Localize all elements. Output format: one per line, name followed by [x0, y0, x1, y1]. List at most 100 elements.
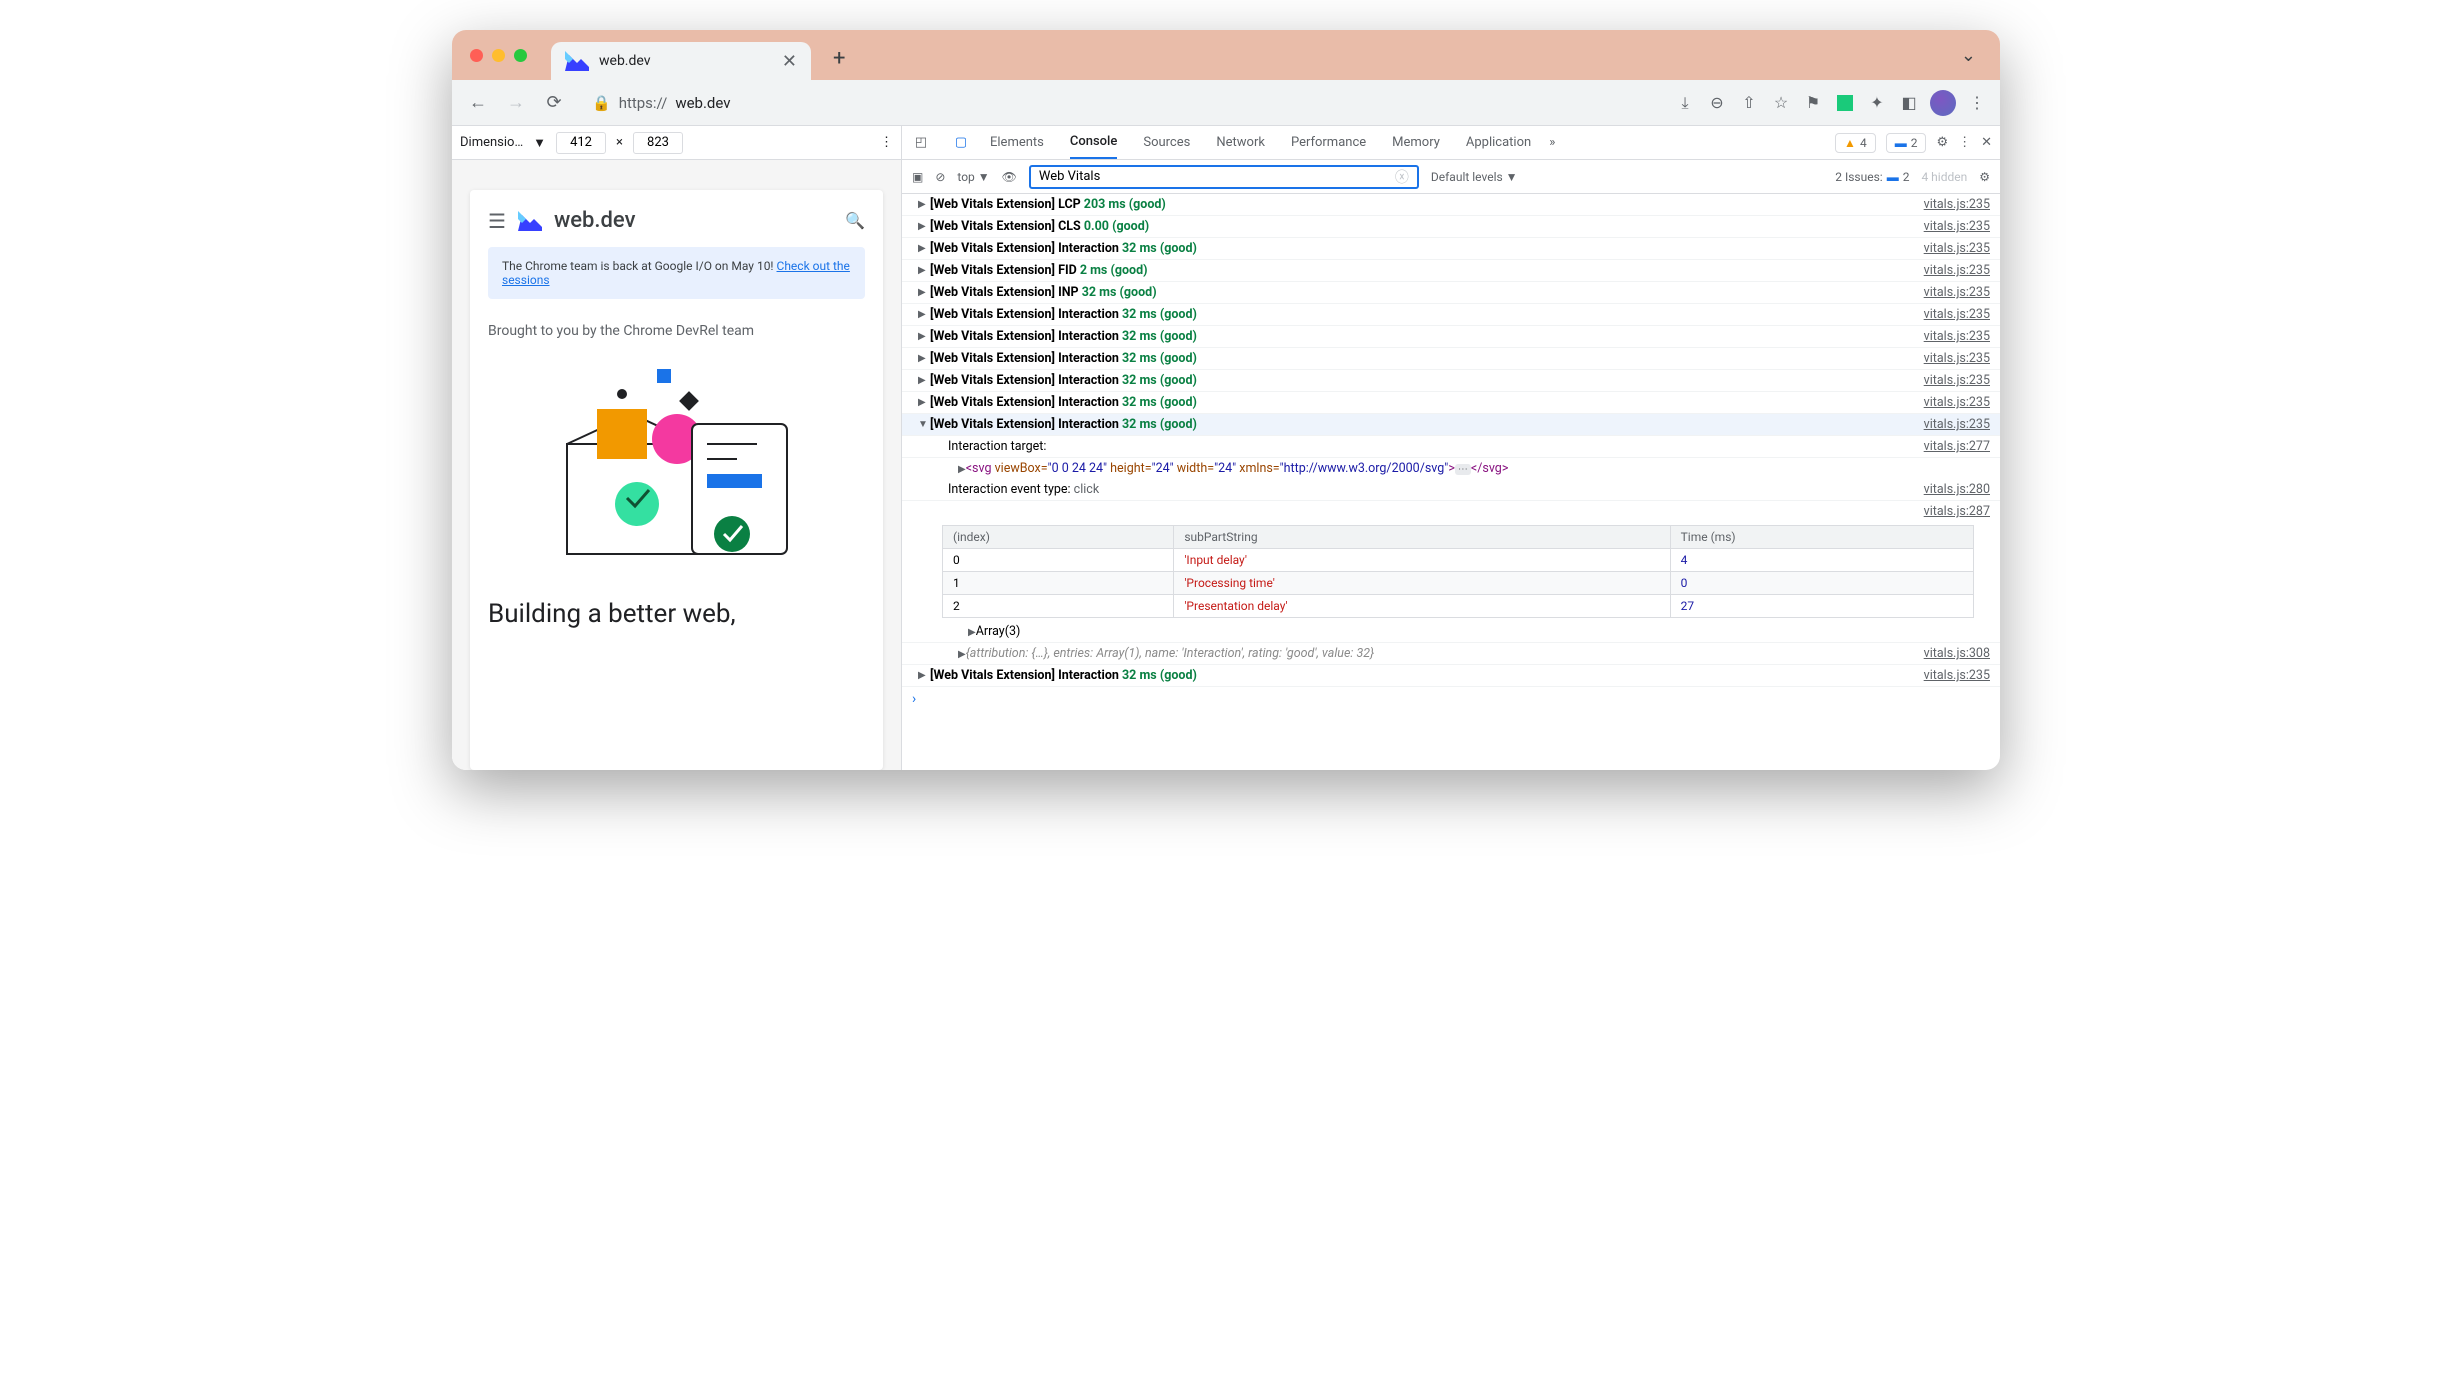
clear-filter-icon[interactable]: ⓧ — [1395, 167, 1409, 187]
log-source-link[interactable]: vitals.js:235 — [1924, 285, 1990, 300]
extensions-puzzle-icon[interactable]: ✦ — [1866, 92, 1888, 114]
console-row[interactable]: ▶[Web Vitals Extension] INP 32 ms (good)… — [902, 282, 2000, 304]
log-source-link[interactable]: vitals.js:235 — [1924, 329, 1990, 344]
expand-icon[interactable]: ▶ — [958, 464, 966, 475]
console-row[interactable]: ▶[Web Vitals Extension] CLS 0.00 (good)v… — [902, 216, 2000, 238]
more-tabs-icon[interactable]: » — [1549, 135, 1555, 150]
close-tab-button[interactable]: ✕ — [782, 51, 797, 72]
live-expression-icon[interactable]: 👁 — [1002, 170, 1017, 184]
expand-icon[interactable]: ▶ — [918, 375, 930, 386]
devtools-tab-network[interactable]: Network — [1216, 126, 1265, 159]
devtools-tab-elements[interactable]: Elements — [990, 126, 1044, 159]
profile-avatar[interactable] — [1930, 90, 1956, 116]
devtools-tab-sources[interactable]: Sources — [1143, 126, 1190, 159]
install-pwa-icon[interactable]: ⤓ — [1674, 92, 1696, 114]
log-source-link[interactable]: vitals.js:235 — [1924, 668, 1990, 683]
log-source-link[interactable]: vitals.js:235 — [1924, 241, 1990, 256]
expand-icon[interactable]: ▶ — [918, 243, 930, 254]
log-source-link[interactable]: vitals.js:235 — [1924, 263, 1990, 278]
issues-counter[interactable]: 2 Issues: ▬2 — [1835, 170, 1909, 184]
console-settings-icon[interactable]: ⚙ — [1979, 170, 1990, 184]
expand-icon[interactable]: ▶ — [968, 627, 976, 638]
browser-tab[interactable]: web.dev ✕ — [551, 42, 811, 80]
expand-icon[interactable]: ▶ — [918, 397, 930, 408]
console-row[interactable]: ▶[Web Vitals Extension] Interaction 32 m… — [902, 238, 2000, 260]
expand-icon[interactable]: ▶ — [918, 670, 930, 681]
context-selector[interactable]: top ▼ — [957, 170, 989, 184]
expand-icon[interactable]: ▶ — [918, 221, 930, 232]
device-toggle-icon[interactable]: ▢ — [950, 132, 972, 154]
viewport-width-input[interactable] — [556, 132, 606, 154]
console-row-expanded[interactable]: ▼ [Web Vitals Extension] Interaction 32 … — [902, 414, 2000, 436]
devtools-tab-application[interactable]: Application — [1466, 126, 1531, 159]
console-row[interactable]: ▶[Web Vitals Extension] LCP 203 ms (good… — [902, 194, 2000, 216]
close-devtools-icon[interactable]: ✕ — [1981, 135, 1992, 150]
log-source-link[interactable]: vitals.js:235 — [1924, 307, 1990, 322]
expand-icon[interactable]: ▶ — [918, 287, 930, 298]
log-source-link[interactable]: vitals.js:235 — [1924, 417, 1990, 432]
back-button[interactable]: ← — [464, 89, 492, 117]
console-row[interactable]: ▶[Web Vitals Extension] Interaction 32 m… — [902, 392, 2000, 414]
log-prefix: [Web Vitals Extension] — [930, 197, 1055, 212]
console-row[interactable]: ▶[Web Vitals Extension] Interaction 32 m… — [902, 370, 2000, 392]
log-source-link[interactable]: vitals.js:287 — [1924, 504, 1990, 519]
menu-icon[interactable]: ☰ — [488, 209, 506, 233]
log-source-link[interactable]: vitals.js:235 — [1924, 373, 1990, 388]
browser-menu-icon[interactable]: ⋮ — [1966, 92, 1988, 114]
log-attribution[interactable]: ▶{attribution: {…}, entries: Array(1), n… — [902, 643, 2000, 665]
log-source-link[interactable]: vitals.js:308 — [1924, 646, 1990, 661]
extension-webvitals-icon[interactable] — [1834, 92, 1856, 114]
console-row[interactable]: ▶[Web Vitals Extension] Interaction 32 m… — [902, 326, 2000, 348]
levels-selector[interactable]: Default levels ▼ — [1431, 170, 1518, 184]
expand-icon[interactable]: ▶ — [918, 265, 930, 276]
viewport-height-input[interactable] — [633, 132, 683, 154]
toggle-sidebar-icon[interactable]: ▣ — [912, 170, 923, 184]
clear-console-icon[interactable]: ⊘ — [935, 170, 945, 184]
log-source-link[interactable]: vitals.js:235 — [1924, 395, 1990, 410]
warnings-badge[interactable]: ▲4 — [1835, 133, 1876, 153]
dimensions-dropdown-icon[interactable]: ▼ — [533, 135, 546, 151]
log-source-link[interactable]: vitals.js:235 — [1924, 219, 1990, 234]
new-tab-button[interactable]: + — [823, 46, 855, 71]
collapse-icon[interactable]: ▼ — [918, 419, 930, 430]
expand-icon[interactable]: ▶ — [958, 649, 966, 660]
inspect-icon[interactable]: ◰ — [910, 132, 932, 154]
bookmark-icon[interactable]: ☆ — [1770, 92, 1792, 114]
console-row[interactable]: ▶ [Web Vitals Extension] Interaction 32 … — [902, 665, 2000, 687]
reload-button[interactable]: ⟳ — [540, 89, 568, 117]
fullscreen-window-button[interactable] — [514, 49, 527, 62]
minimize-window-button[interactable] — [492, 49, 505, 62]
log-source-link[interactable]: vitals.js:277 — [1924, 439, 1990, 454]
expand-icon[interactable]: ▶ — [918, 309, 930, 320]
console-row[interactable]: ▶[Web Vitals Extension] FID 2 ms (good)v… — [902, 260, 2000, 282]
share-icon[interactable]: ⇧ — [1738, 92, 1760, 114]
devtools-tab-console[interactable]: Console — [1070, 126, 1117, 159]
zoom-icon[interactable]: ⊖ — [1706, 92, 1728, 114]
array-label[interactable]: Array(3) — [976, 624, 1021, 639]
expand-icon[interactable]: ▶ — [918, 353, 930, 364]
console-prompt[interactable]: › — [902, 687, 2000, 711]
url-bar[interactable]: 🔒 https://web.dev — [578, 87, 1664, 119]
console-row[interactable]: ▶[Web Vitals Extension] Interaction 32 m… — [902, 348, 2000, 370]
messages-badge[interactable]: ▬2 — [1886, 133, 1927, 153]
sidepanel-icon[interactable]: ◧ — [1898, 92, 1920, 114]
device-more-icon[interactable]: ⋮ — [880, 135, 893, 150]
expand-icon[interactable]: ▶ — [918, 331, 930, 342]
devtools-tab-memory[interactable]: Memory — [1392, 126, 1440, 159]
flag-icon[interactable]: ⚑ — [1802, 92, 1824, 114]
log-source-link[interactable]: vitals.js:235 — [1924, 351, 1990, 366]
console-row[interactable]: ▶[Web Vitals Extension] Interaction 32 m… — [902, 304, 2000, 326]
search-icon[interactable]: 🔍 — [845, 211, 865, 230]
filter-input[interactable] — [1039, 169, 1395, 184]
log-source-link[interactable]: vitals.js:235 — [1924, 197, 1990, 212]
log-source-link[interactable]: vitals.js:280 — [1924, 482, 1990, 497]
close-window-button[interactable] — [470, 49, 483, 62]
dimensions-label[interactable]: Dimensio… — [460, 135, 523, 150]
log-svg-element[interactable]: ▶<svg viewBox="0 0 24 24" height="24" wi… — [902, 458, 2000, 479]
devtools-menu-icon[interactable]: ⋮ — [1958, 135, 1971, 150]
devtools-tab-performance[interactable]: Performance — [1291, 126, 1366, 159]
tabs-chevron-icon[interactable]: ⌄ — [1961, 45, 1982, 66]
expand-icon[interactable]: ▶ — [918, 199, 930, 210]
settings-icon[interactable]: ⚙ — [1936, 135, 1948, 150]
forward-button[interactable]: → — [502, 89, 530, 117]
